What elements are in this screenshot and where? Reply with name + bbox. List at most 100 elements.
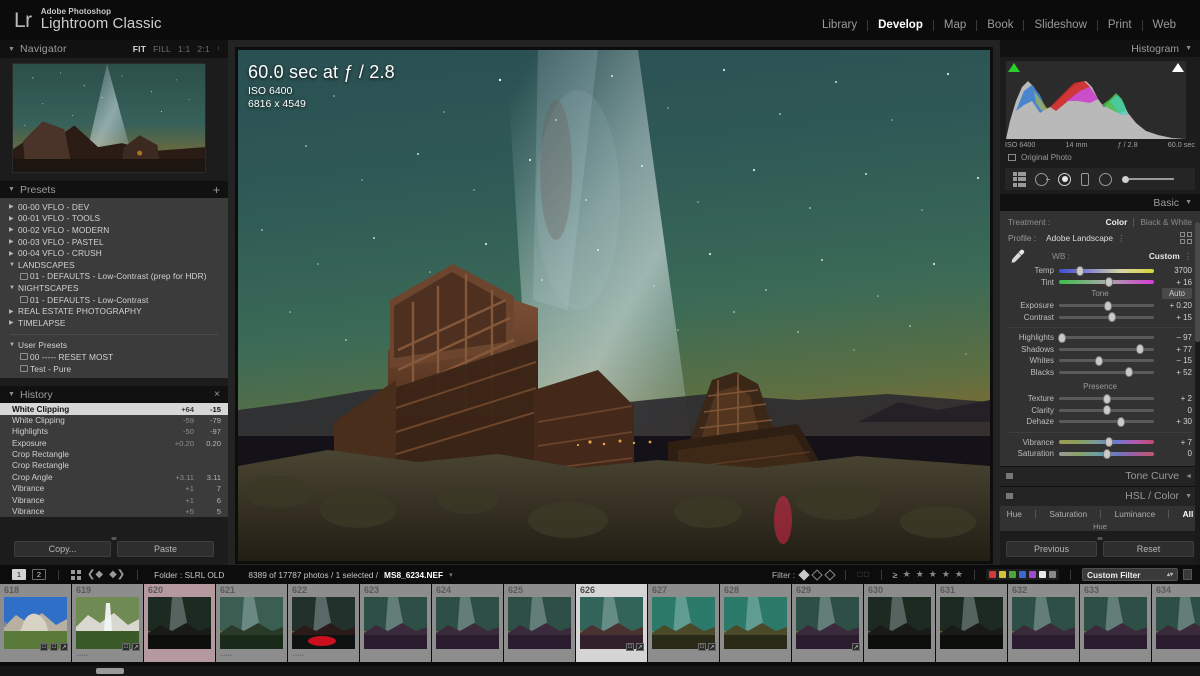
red-eye-icon[interactable] <box>1058 172 1071 186</box>
color-label-5[interactable] <box>1039 571 1046 578</box>
preset-group[interactable]: ▶ REAL ESTATE PHOTOGRAPHY <box>0 305 228 317</box>
slider-value[interactable]: 0 <box>1160 449 1192 458</box>
tone-curve-panel[interactable]: Tone Curve ◄ <box>1000 465 1200 486</box>
eyedropper-icon[interactable] <box>1008 247 1026 265</box>
spot-removal-icon[interactable] <box>1035 172 1050 186</box>
treatment-bw-option[interactable]: Black & White <box>1140 217 1192 227</box>
slider-value[interactable]: + 15 <box>1160 313 1192 322</box>
preset-item[interactable]: 01 - DEFAULTS - Low-Contrast <box>0 294 228 306</box>
original-photo-toggle[interactable]: Original Photo <box>1000 149 1200 162</box>
slider-value[interactable]: − 97 <box>1160 333 1192 342</box>
filmstrip-thumbnail[interactable]: 618 □ □ ↗ <box>0 584 71 662</box>
hsl-color-panel[interactable]: HSL / Color ▼ <box>1000 485 1200 506</box>
filmstrip-thumbnail[interactable]: 629 ↗ <box>792 584 863 662</box>
filmstrip-thumbnail[interactable]: 620 <box>144 584 215 662</box>
tone-sliders-secondary[interactable]: Highlights − 97 Shadows + 77 Whites − 15 Black… <box>1000 332 1200 378</box>
slider-value[interactable]: + 52 <box>1160 368 1192 377</box>
filmstrip-thumbnail[interactable]: 632 <box>1008 584 1079 662</box>
slider-knob[interactable] <box>1108 312 1117 323</box>
filmstrip-thumbnail[interactable]: 630 <box>864 584 935 662</box>
slider-value[interactable]: + 30 <box>1160 417 1192 426</box>
thumbnail-badge-icon[interactable]: ↗ <box>132 643 140 651</box>
zoom-mode-fit[interactable]: FIT <box>133 44 146 54</box>
slider-knob[interactable] <box>1102 405 1111 416</box>
slider-track[interactable] <box>1059 355 1154 366</box>
basic-panel-header[interactable]: Basic ▼ <box>1000 194 1200 211</box>
module-print[interactable]: Print <box>1098 19 1142 31</box>
filmstrip-thumbnail[interactable]: 631 <box>936 584 1007 662</box>
slider-shadows[interactable]: Shadows + 77 <box>1000 344 1200 356</box>
history-row[interactable]: Crop Rectangle <box>0 460 228 471</box>
preset-item[interactable]: 01 - DEFAULTS - Low-Contrast (prep for H… <box>0 271 228 283</box>
thumbnail-rating[interactable]: ••••• <box>221 653 232 659</box>
slider-tint[interactable]: Tint + 16 <box>1000 277 1200 289</box>
edited-badge-icon[interactable]: ☐☐ <box>857 571 870 579</box>
preset-group[interactable]: ▶ 00-02 VFLO - MODERN <box>0 224 228 236</box>
slider-whites[interactable]: Whites − 15 <box>1000 355 1200 367</box>
panel-switch-icon[interactable] <box>1006 473 1013 479</box>
crop-tool-icon[interactable] <box>1013 171 1026 187</box>
adjustment-brush-icon[interactable] <box>1122 175 1174 183</box>
slider-value[interactable]: + 16 <box>1160 278 1192 287</box>
add-preset-button[interactable]: + <box>213 184 220 196</box>
slider-track[interactable] <box>1059 344 1154 355</box>
clear-history-button[interactable]: × <box>214 389 220 400</box>
presets-list[interactable]: ▶ 00-00 VFLO - DEV ▶ 00-01 VFLO - TOOLS ▶ 00-… <box>0 198 228 379</box>
navigator-zoom-modes[interactable]: FIT FILL 1:1 2:1 ↕ <box>133 44 220 54</box>
slider-track[interactable] <box>1059 265 1154 276</box>
slider-blacks[interactable]: Blacks + 52 <box>1000 367 1200 379</box>
reset-button[interactable]: Reset <box>1103 541 1194 557</box>
zoom-mode-fill[interactable]: FILL <box>153 44 171 54</box>
slider-track[interactable] <box>1059 277 1154 288</box>
filmstrip-prev-arrow-icon[interactable]: ◀ <box>1 620 6 628</box>
preset-group[interactable]: ▶ TIMELAPSE <box>0 317 228 329</box>
hsl-tab-all[interactable]: All <box>1183 509 1194 519</box>
history-row[interactable]: Crop Angle +3.11 3.11 <box>0 472 228 483</box>
radial-filter-icon[interactable] <box>1099 172 1112 186</box>
slider-track[interactable] <box>1057 332 1154 343</box>
profile-value[interactable]: Adobe Landscape <box>1046 233 1113 243</box>
preset-group[interactable]: ▶ 00-00 VFLO - DEV <box>0 201 228 213</box>
slider-knob[interactable] <box>1104 300 1113 311</box>
tool-strip[interactable] <box>1005 168 1195 190</box>
highlight-clipping-indicator[interactable] <box>1172 63 1184 72</box>
slider-value[interactable]: − 15 <box>1160 356 1192 365</box>
rating-operator[interactable]: ≥ <box>893 570 898 580</box>
slider-value[interactable]: + 77 <box>1160 345 1192 354</box>
slider-track[interactable] <box>1059 312 1154 323</box>
hsl-tab-hue[interactable]: Hue <box>1007 509 1022 519</box>
treatment-color-option[interactable]: Color <box>1106 217 1128 227</box>
rating-star-5-icon[interactable]: ★ <box>955 569 963 580</box>
slider-temp[interactable]: Temp 3700 <box>1000 265 1200 277</box>
color-label-2[interactable] <box>1009 571 1016 578</box>
view-mode-1-button[interactable]: 1 <box>12 569 26 580</box>
history-row[interactable]: Exposure +0.20 0.20 <box>0 437 228 448</box>
preset-group[interactable]: ▼ LANDSCAPES <box>0 259 228 271</box>
preset-item[interactable]: 00 ----- RESET MOST <box>0 351 228 363</box>
graduated-filter-icon[interactable] <box>1081 172 1089 186</box>
navigator-header[interactable]: ▼ Navigator FIT FILL 1:1 2:1 ↕ <box>0 40 228 58</box>
filmstrip-thumbnail[interactable]: 622 ••••• <box>288 584 359 662</box>
slider-exposure[interactable]: Exposure + 0.20 <box>1000 300 1200 312</box>
slider-knob[interactable] <box>1105 277 1114 288</box>
previous-button[interactable]: Previous <box>1006 541 1097 557</box>
thumbnail-badge-icon[interactable]: □ <box>122 643 130 651</box>
view-mode-2-button[interactable]: 2 <box>32 569 46 580</box>
slider-contrast[interactable]: Contrast + 15 <box>1000 312 1200 324</box>
preset-item[interactable]: Test - Pure <box>0 363 228 375</box>
presence-sliders[interactable]: Texture + 2 Clarity 0 Dehaze + 30 <box>1000 393 1200 428</box>
thumbnail-badge-icon[interactable]: □ <box>50 643 58 651</box>
filmstrip-scrollbar[interactable] <box>0 666 1200 676</box>
color-label-4[interactable] <box>1029 571 1036 578</box>
history-row[interactable]: Vibrance +1 6 <box>0 494 228 505</box>
auto-tone-button[interactable]: Auto <box>1161 288 1192 299</box>
thumbnail-badge-icon[interactable]: ↗ <box>708 643 716 651</box>
slider-knob[interactable] <box>1057 332 1066 343</box>
slider-clarity[interactable]: Clarity 0 <box>1000 405 1200 417</box>
rating-star-1-icon[interactable]: ★ <box>903 569 911 580</box>
wb-value[interactable]: Custom <box>1149 251 1180 261</box>
slider-track[interactable] <box>1059 416 1154 427</box>
color-sliders[interactable]: Vibrance + 7 Saturation 0 <box>1000 437 1200 460</box>
color-label-3[interactable] <box>1019 571 1026 578</box>
panel-resize-handle[interactable] <box>111 537 117 540</box>
